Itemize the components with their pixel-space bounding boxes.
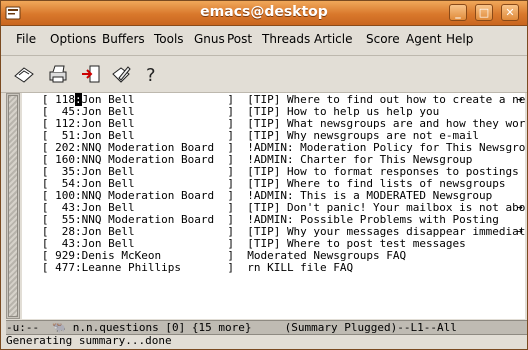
row-author: Leanne Phillips xyxy=(81,261,181,274)
modeline-group: n.n.questions [0] {15 more} xyxy=(72,321,252,334)
minimize-button[interactable]: _ xyxy=(449,4,467,21)
get-messages-icon[interactable] xyxy=(79,62,103,86)
gnus-icon: 🐃 xyxy=(52,321,67,334)
close-button[interactable]: ✕ xyxy=(501,4,519,21)
menu-buffers[interactable]: Buffers xyxy=(102,32,145,46)
modeline-prefix: -u:-- xyxy=(6,321,40,334)
summary-buffer[interactable]: [ 118:Jon Bell ] [TIP] Where to find out… xyxy=(22,93,525,319)
menu-threads[interactable]: Threads xyxy=(262,32,310,46)
menu-bar: File Options Buffers Tools Gnus Post Thr… xyxy=(1,28,527,50)
line-continuation-icon: ➔ xyxy=(516,93,523,106)
menu-gnus[interactable]: Gnus xyxy=(194,32,225,46)
help-icon[interactable]: ? xyxy=(139,62,163,86)
row-subject: rn KILL file FAQ xyxy=(247,261,354,274)
emacs-window: emacs@desktop _ □ ✕ File Options Buffers… xyxy=(0,0,528,350)
svg-text:?: ? xyxy=(146,65,156,86)
menu-tools[interactable]: Tools xyxy=(154,32,184,46)
row-line-count: 477 xyxy=(55,261,75,274)
maximize-icon: □ xyxy=(478,6,490,19)
edit-icon[interactable] xyxy=(109,62,133,86)
scrollbar-thumb[interactable] xyxy=(8,95,18,317)
line-continuation-icon: ➔ xyxy=(516,201,523,214)
line-continuation-icon: ➔ xyxy=(516,225,523,238)
toolbar: ? xyxy=(1,55,527,93)
menu-score[interactable]: Score xyxy=(366,32,400,46)
modeline-status: (Summary Plugged)--L1--All xyxy=(284,321,457,334)
mode-line: -u:-- 🐃 n.n.questions [0] {15 more} (Sum… xyxy=(6,320,527,335)
title-bar[interactable]: emacs@desktop _ □ ✕ xyxy=(1,1,527,26)
menu-file[interactable]: File xyxy=(16,32,36,46)
minimize-icon: _ xyxy=(455,6,461,19)
menu-post[interactable]: Post xyxy=(227,32,252,46)
menu-help[interactable]: Help xyxy=(446,32,473,46)
echo-area: Generating summary...done xyxy=(6,334,172,347)
maximize-button[interactable]: □ xyxy=(475,4,493,21)
menu-article[interactable]: Article xyxy=(314,32,353,46)
menu-options[interactable]: Options xyxy=(50,32,96,46)
menu-agent[interactable]: Agent xyxy=(406,32,442,46)
vertical-scrollbar[interactable] xyxy=(6,93,20,319)
summary-row[interactable]: [ 477:Leanne Phillips ] rn KILL file FAQ xyxy=(22,262,353,274)
exit-icon[interactable] xyxy=(12,62,36,86)
print-icon[interactable] xyxy=(46,62,70,86)
close-icon: ✕ xyxy=(505,6,515,19)
